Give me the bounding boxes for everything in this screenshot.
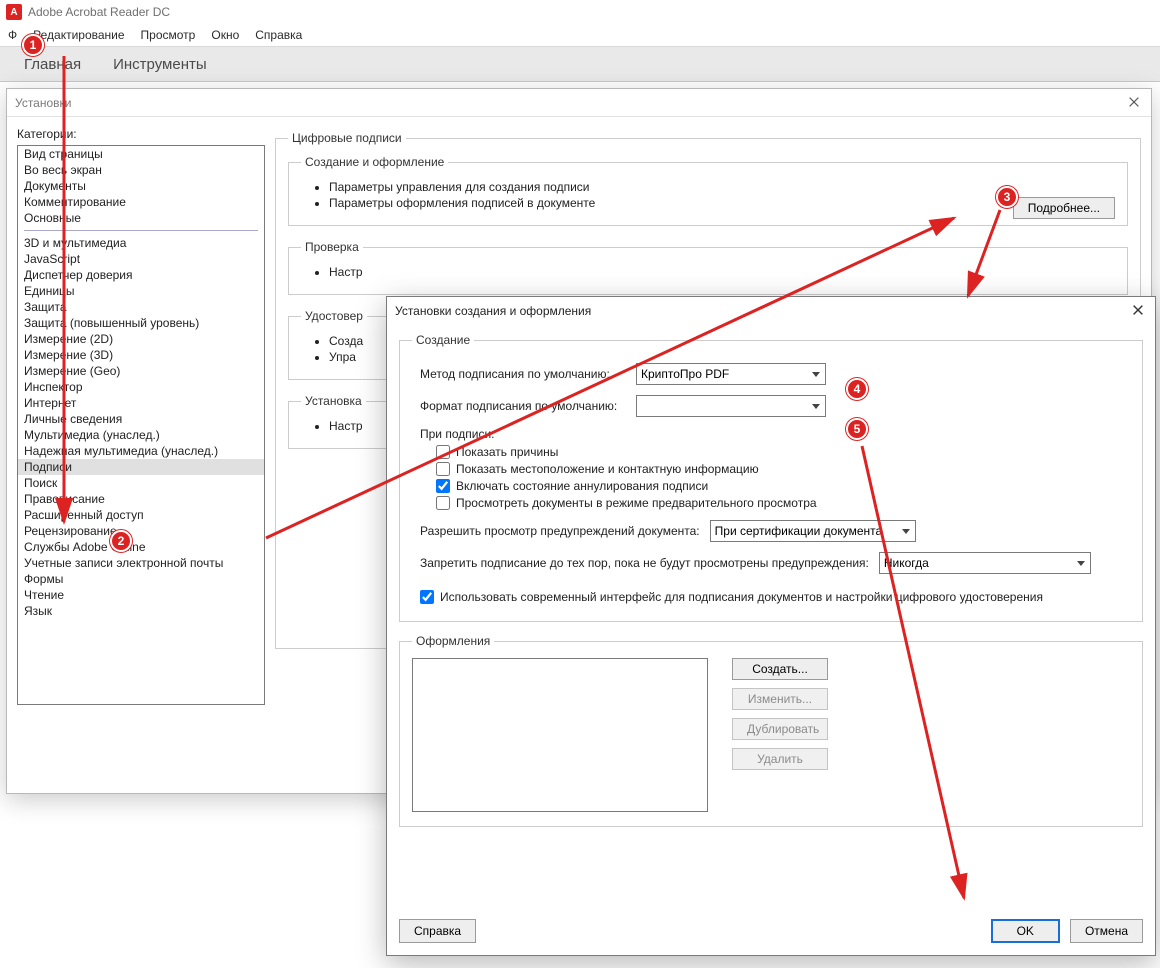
annotation-badge-3: 3 — [996, 186, 1018, 208]
ok-button[interactable]: OK — [991, 919, 1060, 943]
annotation-badge-2: 2 — [110, 530, 132, 552]
category-item[interactable]: Измерение (2D) — [18, 331, 264, 347]
category-item[interactable]: Инспектор — [18, 379, 264, 395]
chk-show-location[interactable] — [436, 462, 450, 476]
edit-appearance-button[interactable]: Изменить... — [732, 688, 828, 710]
category-item[interactable]: Правописание — [18, 491, 264, 507]
app-title: Adobe Acrobat Reader DC — [28, 5, 170, 19]
label-prevent-signing: Запретить подписание до тех пор, пока не… — [420, 556, 869, 570]
category-item[interactable]: Язык — [18, 603, 264, 619]
group-creation: Создание Метод подписания по умолчанию: … — [399, 333, 1143, 622]
group-legend-ident: Удостовер — [301, 309, 367, 323]
annotation-badge-5: 5 — [846, 418, 868, 440]
category-item[interactable]: Вид страницы — [18, 146, 264, 162]
category-item[interactable]: Службы Adobe Online — [18, 539, 264, 555]
category-item[interactable]: Основные — [18, 210, 264, 226]
preferences-title: Установки — [15, 96, 71, 110]
menu-file[interactable]: Ф — [8, 28, 17, 42]
select-allow-warnings[interactable]: При сертификации документа — [710, 520, 916, 542]
more-button[interactable]: Подробнее... — [1013, 197, 1115, 219]
label-allow-warnings: Разрешить просмотр предупреждений докуме… — [420, 524, 700, 538]
verify-row: Настр — [329, 264, 1115, 280]
categories-list[interactable]: Вид страницыВо весь экранДокументыКоммен… — [17, 145, 265, 705]
select-default-method[interactable]: КриптоПро PDF — [636, 363, 826, 385]
category-item[interactable]: Защита (повышенный уровень) — [18, 315, 264, 331]
category-item[interactable]: Расширенный доступ — [18, 507, 264, 523]
chk-show-reasons-label: Показать причины — [456, 445, 558, 459]
tab-tools[interactable]: Инструменты — [97, 47, 223, 81]
category-item[interactable]: Защита — [18, 299, 264, 315]
tab-home[interactable]: Главная — [8, 47, 97, 81]
group-appearances: Оформления Создать... Изменить... Дублир… — [399, 634, 1143, 827]
chk-show-reasons[interactable] — [436, 445, 450, 459]
label-default-format: Формат подписания по умолчанию: — [420, 399, 628, 413]
category-item[interactable]: Документы — [18, 178, 264, 194]
signing-prefs-titlebar: Установки создания и оформления — [387, 297, 1155, 325]
category-item[interactable]: Надежная мультимедиа (унаслед.) — [18, 443, 264, 459]
chk-include-revocation[interactable] — [436, 479, 450, 493]
group-legend-ts: Установка — [301, 394, 366, 408]
preferences-titlebar: Установки — [7, 89, 1151, 117]
chk-show-location-label: Показать местоположение и контактную инф… — [456, 462, 759, 476]
close-icon[interactable] — [1131, 303, 1147, 319]
group-legend-create: Создание и оформление — [301, 155, 448, 169]
category-item[interactable]: Диспетчер доверия — [18, 267, 264, 283]
category-item[interactable]: Мультимедиа (унаслед.) — [18, 427, 264, 443]
chk-modern-ui[interactable] — [420, 590, 434, 604]
chk-preview-mode-label: Просмотреть документы в режиме предварит… — [456, 496, 817, 510]
menu-help[interactable]: Справка — [255, 28, 302, 42]
menubar: Ф Редактирование Просмотр Окно Справка — [0, 24, 1160, 46]
dialog-footer: Справка OK Отмена — [399, 919, 1143, 943]
annotation-badge-4: 4 — [846, 378, 868, 400]
group-legend-sigs: Цифровые подписи — [288, 131, 406, 145]
category-item[interactable]: Поиск — [18, 475, 264, 491]
category-item[interactable]: Во весь экран — [18, 162, 264, 178]
group-legend-creation: Создание — [412, 333, 474, 347]
help-button[interactable]: Справка — [399, 919, 476, 943]
categories-label: Категории: — [17, 127, 265, 141]
group-legend-verify: Проверка — [301, 240, 363, 254]
menu-view[interactable]: Просмотр — [141, 28, 196, 42]
label-default-method: Метод подписания по умолчанию: — [420, 367, 628, 381]
category-item[interactable]: Рецензирование — [18, 523, 264, 539]
duplicate-appearance-button[interactable]: Дублировать — [732, 718, 828, 740]
group-verify: Проверка Настр — [288, 240, 1128, 295]
new-appearance-button[interactable]: Создать... — [732, 658, 828, 680]
category-item[interactable]: Единицы — [18, 283, 264, 299]
menu-window[interactable]: Окно — [211, 28, 239, 42]
category-item[interactable]: 3D и мультимедиа — [18, 235, 264, 251]
category-item[interactable]: Комментирование — [18, 194, 264, 210]
signing-prefs-dialog: Установки создания и оформления Создание… — [386, 296, 1156, 956]
close-icon[interactable] — [1127, 95, 1143, 111]
category-item[interactable]: Подписи — [18, 459, 264, 475]
category-item[interactable]: Личные сведения — [18, 411, 264, 427]
category-item[interactable]: JavaScript — [18, 251, 264, 267]
category-item[interactable]: Измерение (3D) — [18, 347, 264, 363]
category-item[interactable]: Формы — [18, 571, 264, 587]
appearances-list[interactable] — [412, 658, 708, 812]
cancel-button[interactable]: Отмена — [1070, 919, 1143, 943]
delete-appearance-button[interactable]: Удалить — [732, 748, 828, 770]
signing-prefs-title: Установки создания и оформления — [395, 304, 591, 318]
chk-modern-ui-label: Использовать современный интерфейс для п… — [440, 590, 1043, 604]
category-item[interactable]: Чтение — [18, 587, 264, 603]
select-default-format[interactable]: Эквивалент CaDES — [636, 395, 826, 417]
titlebar: A Adobe Acrobat Reader DC — [0, 0, 1160, 24]
chk-include-revocation-label: Включать состояние аннулирования подписи — [456, 479, 708, 493]
category-item[interactable]: Измерение (Geo) — [18, 363, 264, 379]
category-item[interactable]: Учетные записи электронной почты — [18, 555, 264, 571]
menu-edit[interactable]: Редактирование — [33, 28, 124, 42]
chk-preview-mode[interactable] — [436, 496, 450, 510]
group-legend-appearances: Оформления — [412, 634, 494, 648]
category-item[interactable]: Интернет — [18, 395, 264, 411]
select-prevent-signing[interactable]: Никогда — [879, 552, 1091, 574]
app-icon: A — [6, 4, 22, 20]
subhead-when-signing: При подписи: — [420, 427, 1130, 441]
annotation-badge-1: 1 — [22, 34, 44, 56]
tabbar: Главная Инструменты — [0, 46, 1160, 82]
